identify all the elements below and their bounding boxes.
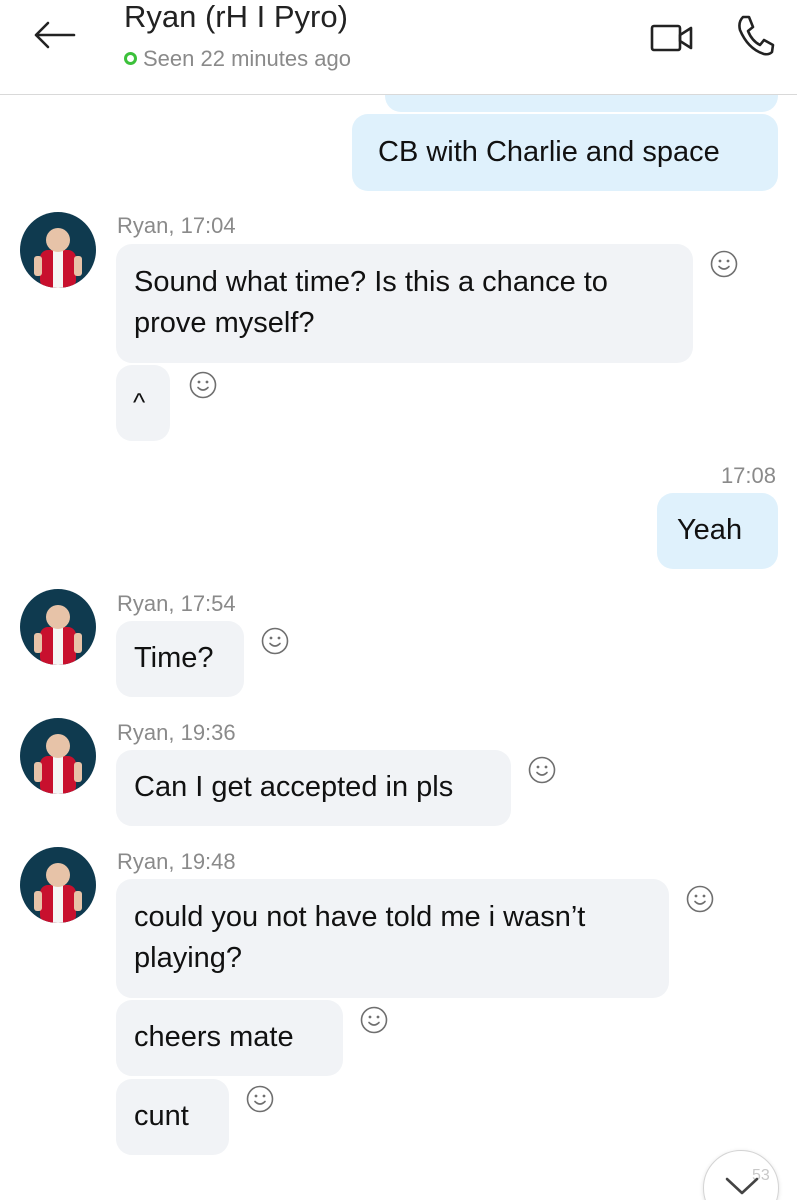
scroll-to-bottom-button[interactable]: 53 <box>703 1150 779 1200</box>
message-text: Time? <box>134 642 214 674</box>
message-text-line: could you not have told me i wasn’t <box>134 901 586 933</box>
sender-timestamp: Ryan, 19:36 <box>117 720 236 745</box>
message-text: ^ <box>133 387 146 417</box>
message-text: Can I get accepted in pls <box>134 771 454 803</box>
message-text-line: playing? <box>134 942 243 974</box>
message-text-line: Sound what time? Is this a chance to <box>134 266 608 298</box>
phone-icon[interactable] <box>734 12 776 58</box>
incoming-message[interactable]: could you not have told me i wasn’t play… <box>116 879 669 998</box>
online-indicator-icon <box>124 52 137 65</box>
arrow-left-icon[interactable] <box>30 14 80 56</box>
avatar-image <box>34 605 82 665</box>
add-reaction-icon[interactable] <box>246 1085 274 1113</box>
avatar[interactable] <box>20 847 96 923</box>
add-reaction-icon[interactable] <box>189 371 217 399</box>
incoming-message[interactable]: cheers mate <box>116 1000 343 1076</box>
avatar-image <box>34 863 82 923</box>
sender-timestamp: Ryan, 19:48 <box>117 849 236 874</box>
message-text: Yeah <box>677 514 743 546</box>
incoming-message[interactable]: Time? <box>116 621 244 697</box>
incoming-message[interactable]: ^ <box>116 365 170 441</box>
add-reaction-icon[interactable] <box>261 627 289 655</box>
incoming-message[interactable]: Sound what time? Is this a chance to pro… <box>116 244 693 363</box>
message-timestamp: 17:08 <box>720 463 776 488</box>
sender-timestamp: Ryan, 17:54 <box>117 591 236 616</box>
chat-header: Ryan (rH I Pyro) Seen 22 minutes ago <box>0 0 797 95</box>
sender-timestamp: Ryan, 17:04 <box>117 213 236 238</box>
add-reaction-icon[interactable] <box>360 1006 388 1034</box>
outgoing-message[interactable]: Yeah <box>657 493 778 569</box>
avatar[interactable] <box>20 718 96 794</box>
add-reaction-icon[interactable] <box>710 250 738 278</box>
avatar-image <box>34 228 82 288</box>
incoming-message[interactable]: Can I get accepted in pls <box>116 750 511 826</box>
add-reaction-icon[interactable] <box>686 885 714 913</box>
add-reaction-icon[interactable] <box>528 756 556 784</box>
presence-text: Seen 22 minutes ago <box>143 46 351 71</box>
message-text: cheers mate <box>134 1021 294 1053</box>
chevron-down-icon <box>725 1177 759 1195</box>
outgoing-message[interactable]: CB with Charlie and space <box>352 114 778 191</box>
incoming-message[interactable]: cunt <box>116 1079 229 1155</box>
video-camera-icon[interactable] <box>648 18 696 58</box>
presence-status: Seen 22 minutes ago <box>124 46 351 72</box>
avatar-image <box>34 734 82 794</box>
avatar[interactable] <box>20 589 96 665</box>
message-text-line: prove myself? <box>134 307 315 339</box>
message-text: cunt <box>134 1100 189 1132</box>
avatar[interactable] <box>20 212 96 288</box>
message-text: CB with Charlie and space <box>378 136 720 168</box>
contact-name[interactable]: Ryan (rH I Pyro) <box>124 0 348 35</box>
